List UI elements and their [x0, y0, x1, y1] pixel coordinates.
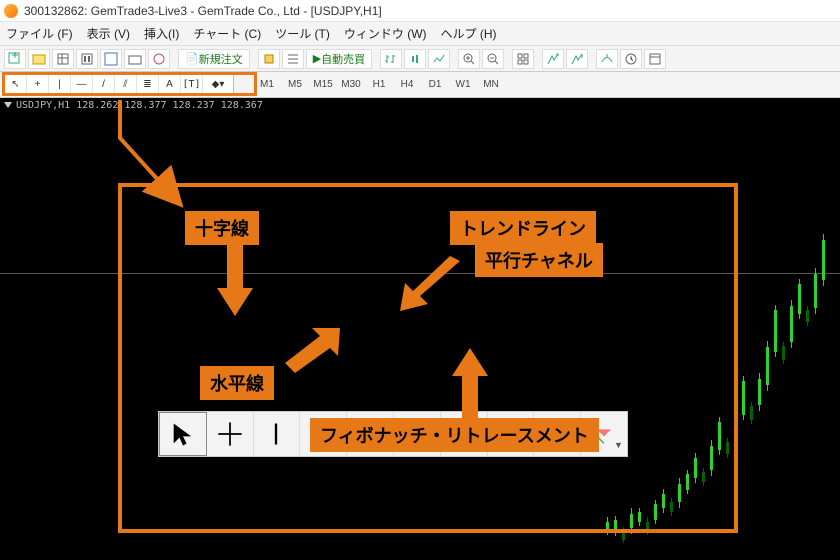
annotation-label-hline: 水平線 — [200, 366, 274, 400]
crosshair-tool-icon[interactable]: + — [27, 75, 49, 95]
tb-meta-icon[interactable] — [258, 49, 280, 69]
dropdown-caret-icon: ▼ — [614, 440, 623, 450]
tf-m5[interactable]: M5 — [282, 76, 308, 94]
tb-zoom-out-icon[interactable] — [482, 49, 504, 69]
menu-insert[interactable]: 挿入(I) — [144, 25, 179, 42]
tf-h1[interactable]: H1 — [366, 76, 392, 94]
tb-line-chart-icon[interactable] — [428, 49, 450, 69]
tb-candle-chart-icon[interactable] — [404, 49, 426, 69]
chart-symbol-info: USDJPY,H1 128.262 128.377 128.237 128.36… — [4, 100, 263, 111]
menu-chart[interactable]: チャート (C) — [193, 25, 261, 42]
symbol-line-text: USDJPY,H1 128.262 128.377 128.237 128.36… — [16, 100, 263, 111]
auto-trade-label: 自動売買 — [321, 51, 365, 67]
standard-toolbar: 📄 新規注文 ▶ 自動売買 — [0, 46, 840, 72]
tb-templates-icon[interactable] — [644, 49, 666, 69]
tb-zoom-in-icon[interactable] — [458, 49, 480, 69]
menu-help[interactable]: ヘルプ (H) — [441, 25, 497, 42]
tb-options-icon[interactable] — [282, 49, 304, 69]
menu-file[interactable]: ファイル (F) — [6, 25, 73, 42]
annotation-label-fibonacci: フィボナッチ・リトレースメント — [310, 418, 599, 452]
annotation-label-trendline: トレンドライン — [450, 211, 596, 245]
tf-h4[interactable]: H4 — [394, 76, 420, 94]
cursor-tool-icon[interactable]: ↖ — [5, 75, 27, 95]
enlarged-vertical-line-tool[interactable] — [254, 412, 301, 456]
tf-m1[interactable]: M1 — [254, 76, 280, 94]
text-tool-icon[interactable]: A — [159, 75, 181, 95]
tf-m15[interactable]: M15 — [310, 76, 336, 94]
tb-bar-chart-icon[interactable] — [380, 49, 402, 69]
text-label-tool-icon[interactable]: [T] — [181, 75, 203, 95]
trendline-tool-icon[interactable]: / — [93, 75, 115, 95]
chart-area[interactable]: USDJPY,H1 128.262 128.377 128.237 128.36… — [0, 98, 840, 560]
title-bar: 300132862: GemTrade3-Live3 - GemTrade Co… — [0, 0, 840, 22]
menu-window[interactable]: ウィンドウ (W) — [344, 25, 427, 42]
enlarged-cursor-tool[interactable] — [159, 412, 207, 456]
horizontal-line-tool-icon[interactable]: — — [71, 75, 93, 95]
app-icon — [4, 4, 18, 18]
tb-new-chart-icon[interactable] — [4, 49, 26, 69]
tf-d1[interactable]: D1 — [422, 76, 448, 94]
channel-tool-icon[interactable]: ⫽ — [115, 75, 137, 95]
tb-shift-icon[interactable] — [566, 49, 588, 69]
tb-profiles-icon[interactable] — [28, 49, 50, 69]
tb-market-watch-icon[interactable] — [52, 49, 74, 69]
tf-mn[interactable]: MN — [478, 76, 504, 94]
fibonacci-tool-icon[interactable]: ≣ — [137, 75, 159, 95]
tf-w1[interactable]: W1 — [450, 76, 476, 94]
vertical-line-tool-icon[interactable]: | — [49, 75, 71, 95]
tb-navigator-icon[interactable] — [100, 49, 122, 69]
line-studies-toolbar-row: ↖ + | — / ⫽ ≣ A [T] ◆▾ M1 M5 M15 M30 H1 … — [0, 72, 840, 98]
new-order-button[interactable]: 📄 新規注文 — [178, 49, 250, 69]
menu-view[interactable]: 表示 (V) — [87, 25, 130, 42]
menu-tool[interactable]: ツール (T) — [275, 25, 330, 42]
dropdown-triangle-icon — [4, 102, 12, 108]
enlarged-crosshair-tool[interactable] — [207, 412, 254, 456]
menu-bar: ファイル (F) 表示 (V) 挿入(I) チャート (C) ツール (T) ウ… — [0, 22, 840, 46]
tb-scroll-icon[interactable] — [542, 49, 564, 69]
annotation-label-crosshair: 十字線 — [185, 211, 259, 245]
tb-periods-icon[interactable] — [620, 49, 642, 69]
new-order-label: 新規注文 — [199, 51, 243, 67]
timeframe-toolbar: M1 M5 M15 M30 H1 H4 D1 W1 MN — [254, 76, 504, 94]
more-tools-icon[interactable]: ◆▾ — [203, 75, 233, 95]
tf-m30[interactable]: M30 — [338, 76, 364, 94]
tb-strategy-icon[interactable] — [148, 49, 170, 69]
tb-data-window-icon[interactable] — [76, 49, 98, 69]
tb-terminal-icon[interactable] — [124, 49, 146, 69]
window-title: 300132862: GemTrade3-Live3 - GemTrade Co… — [24, 4, 382, 18]
annotation-label-channel: 平行チャネル — [475, 243, 603, 277]
tb-tile-icon[interactable] — [512, 49, 534, 69]
line-studies-toolbar: ↖ + | — / ⫽ ≣ A [T] ◆▾ — [4, 74, 234, 96]
tb-indicators-icon[interactable] — [596, 49, 618, 69]
auto-trade-button[interactable]: ▶ 自動売買 — [306, 49, 372, 69]
